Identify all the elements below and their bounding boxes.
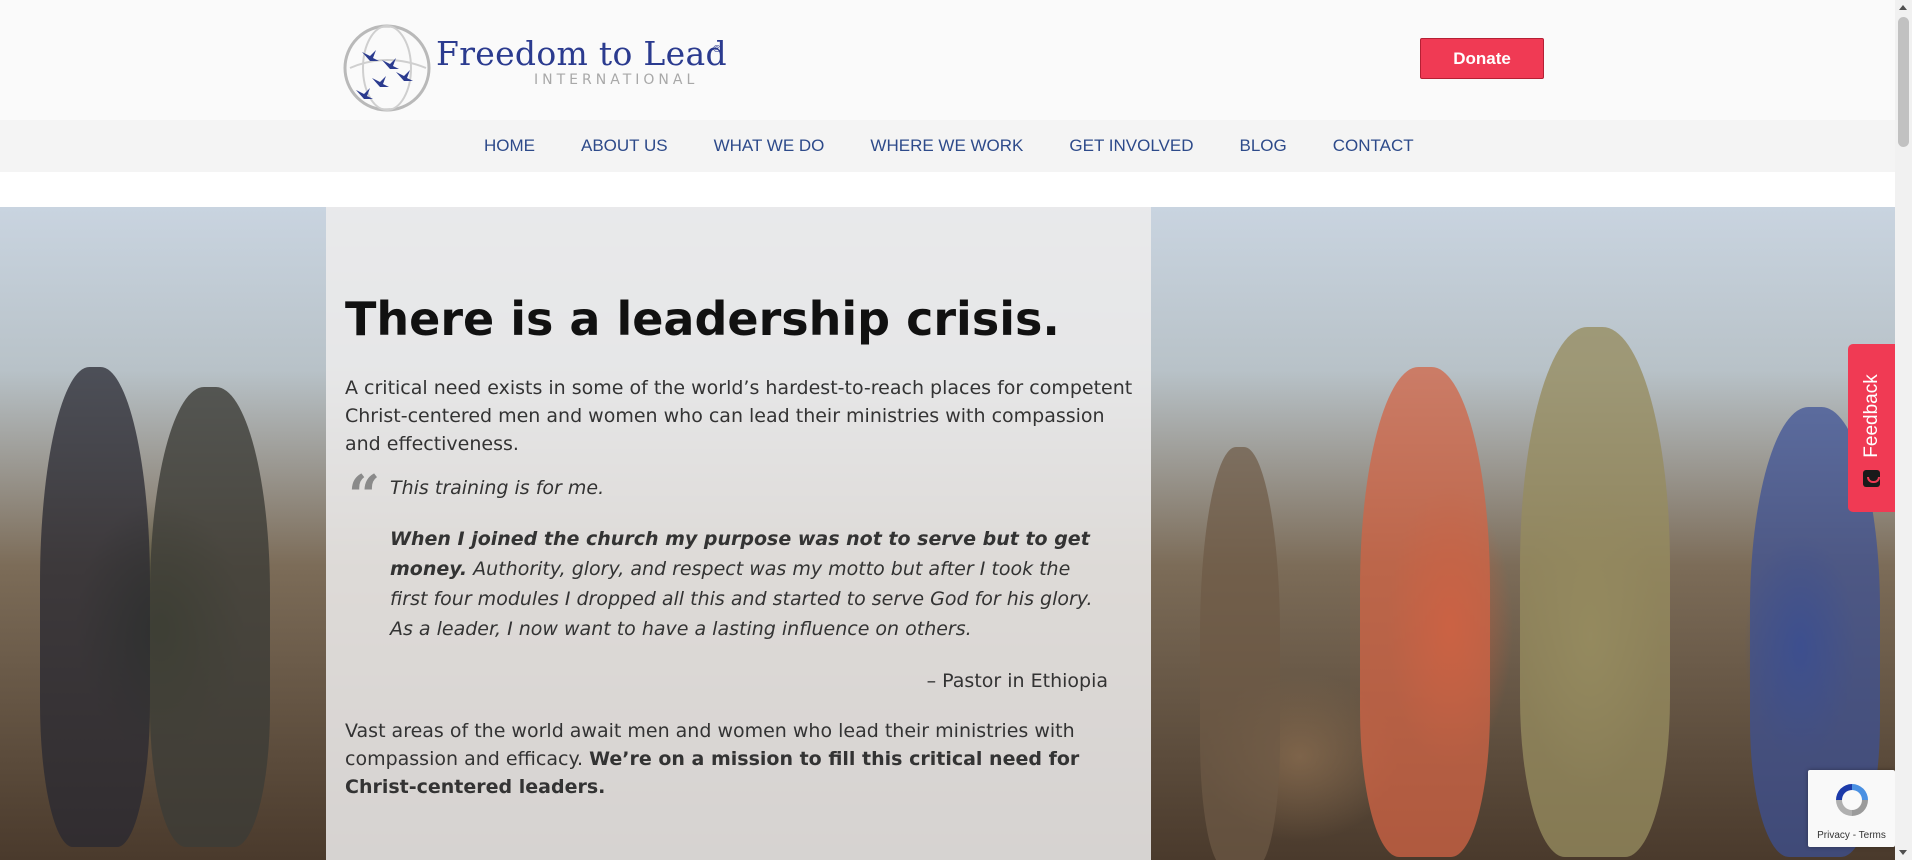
logo-name: Freedom to Lead	[436, 34, 727, 73]
nav-item-about-us[interactable]: ABOUT US	[581, 136, 668, 156]
main-nav: HOME ABOUT US WHAT WE DO WHERE WE WORK G…	[0, 120, 1895, 172]
quote-lead: This training is for me.	[390, 477, 605, 499]
quote-icon: “	[348, 463, 381, 529]
scroll-thumb[interactable]	[1898, 17, 1909, 147]
scroll-up-arrow-icon[interactable]	[1899, 5, 1907, 10]
recaptcha-links[interactable]: Privacy - Terms	[1808, 830, 1895, 841]
logo-subtitle: INTERNATIONAL	[534, 72, 699, 88]
photo-figure	[1520, 327, 1670, 857]
nav-item-home[interactable]: HOME	[484, 136, 535, 156]
globe-birds-icon	[343, 24, 431, 112]
feedback-label: Feedback	[1860, 374, 1882, 458]
hero-intro: A critical need exists in some of the wo…	[345, 377, 1133, 455]
nav-item-blog[interactable]: BLOG	[1239, 136, 1286, 156]
hero-title: There is a leadership crisis.	[345, 292, 1060, 346]
donate-button[interactable]: Donate	[1420, 38, 1544, 79]
photo-figure	[40, 367, 150, 847]
site-header: Freedom to Lead ® INTERNATIONAL Donate	[0, 0, 1895, 120]
photo-figure	[1200, 447, 1280, 860]
hero-outro: Vast areas of the world await men and wo…	[345, 717, 1135, 801]
scroll-down-arrow-icon[interactable]	[1899, 850, 1907, 855]
page-scrollbar[interactable]	[1895, 0, 1912, 860]
photo-figure	[150, 387, 270, 847]
feedback-tab[interactable]: Feedback	[1848, 344, 1895, 512]
nav-item-what-we-do[interactable]: WHAT WE DO	[714, 136, 825, 156]
nav-item-contact[interactable]: CONTACT	[1333, 136, 1414, 156]
recaptcha-badge[interactable]: Privacy - Terms	[1808, 770, 1895, 847]
photo-figure	[1360, 367, 1490, 857]
logo-registered-mark: ®	[712, 44, 722, 55]
quote-body: When I joined the church my purpose was …	[390, 524, 1110, 644]
nav-item-where-we-work[interactable]: WHERE WE WORK	[870, 136, 1023, 156]
site-logo[interactable]: Freedom to Lead ® INTERNATIONAL	[342, 22, 727, 116]
nav-item-get-involved[interactable]: GET INVOLVED	[1069, 136, 1193, 156]
quote-attribution: – Pastor in Ethiopia	[926, 670, 1108, 692]
quote-rest: Authority, glory, and respect was my mot…	[390, 558, 1093, 640]
feedback-icon	[1863, 470, 1880, 487]
recaptcha-icon	[1836, 784, 1868, 816]
